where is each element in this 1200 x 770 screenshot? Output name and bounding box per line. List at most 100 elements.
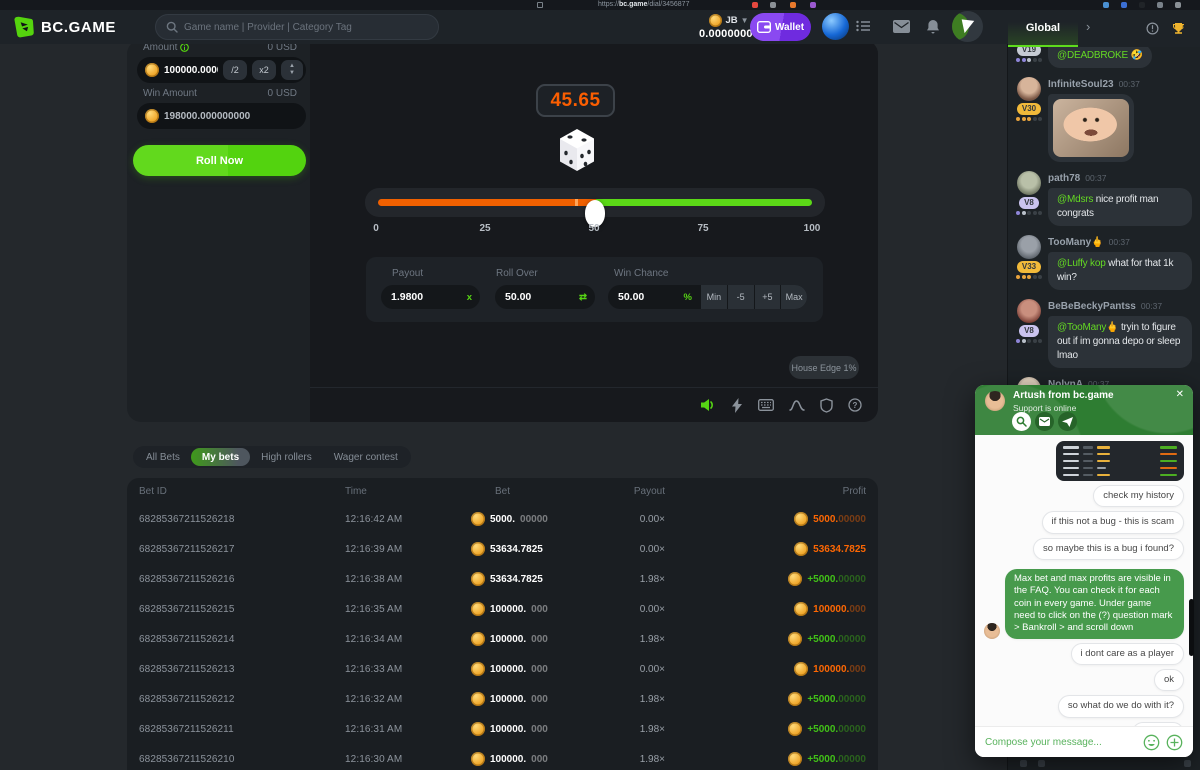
win-amount-label: Win Amount bbox=[143, 88, 197, 99]
browser-extension-icon[interactable] bbox=[1175, 2, 1181, 8]
table-row[interactable]: 68285367211526216 12:16:38 AM 53634.7825… bbox=[127, 564, 878, 594]
chat-toggle-icon[interactable] bbox=[952, 11, 983, 42]
turbo-icon[interactable] bbox=[731, 398, 743, 413]
bet-time: 12:16:42 AM bbox=[345, 514, 471, 525]
logo-text: BC.GAME bbox=[41, 19, 116, 36]
table-row[interactable]: 68285367211526212 12:16:32 AM 100000.000… bbox=[127, 684, 878, 714]
win-chance-input[interactable]: 50.00 % bbox=[608, 285, 700, 309]
tab-all-bets[interactable]: All Bets bbox=[135, 448, 191, 466]
browser-extension-icon[interactable] bbox=[790, 2, 796, 8]
dice-icon bbox=[558, 128, 596, 177]
sound-icon[interactable] bbox=[700, 398, 716, 412]
chat-rules-icon[interactable] bbox=[1146, 22, 1159, 35]
address-bar[interactable]: https://bc.game/dial/3456877 bbox=[598, 0, 689, 10]
wallet-button[interactable]: Wallet bbox=[750, 13, 811, 41]
compose-input[interactable] bbox=[985, 737, 1137, 748]
bet-slip-icon[interactable] bbox=[856, 20, 871, 32]
minus-5-button[interactable]: -5 bbox=[728, 285, 754, 309]
roll-over-input[interactable]: 50.00 ⇄ bbox=[495, 285, 595, 309]
support-user-message: if this not a bug - this is scam bbox=[1042, 511, 1185, 533]
browser-extension-icon[interactable] bbox=[1121, 2, 1127, 8]
avatar[interactable] bbox=[1017, 77, 1041, 101]
chat-username[interactable]: InfiniteSoul2300:37 bbox=[1048, 79, 1192, 90]
tab-high-rollers[interactable]: High rollers bbox=[250, 448, 323, 466]
browser-extension-icon[interactable] bbox=[770, 2, 776, 8]
browser-extension-icon[interactable] bbox=[1139, 2, 1145, 8]
bet-payout: 1.98× bbox=[595, 634, 665, 645]
mail-icon[interactable] bbox=[893, 20, 910, 33]
bet-profit: +5000.00000 bbox=[665, 572, 866, 586]
browser-extension-icon[interactable] bbox=[752, 2, 758, 8]
avatar[interactable] bbox=[1017, 299, 1041, 323]
bc-game-logo[interactable]: BC.GAME bbox=[13, 16, 116, 38]
close-icon[interactable]: ✕ bbox=[1176, 389, 1184, 400]
user-mention[interactable]: @Mdsrs bbox=[1057, 194, 1093, 205]
bet-payout: 1.98× bbox=[595, 724, 665, 735]
chat-footer-icon[interactable] bbox=[1184, 760, 1191, 767]
user-mention[interactable]: @TooMany🖕 bbox=[1057, 322, 1118, 333]
game-search[interactable] bbox=[155, 14, 439, 40]
table-row[interactable]: 68285367211526215 12:16:35 AM 100000.000… bbox=[127, 594, 878, 624]
support-image-screenshot[interactable] bbox=[1056, 441, 1184, 481]
chevron-right-icon[interactable]: › bbox=[1086, 19, 1090, 34]
tab-global-chat[interactable]: Global bbox=[1008, 10, 1078, 47]
tab-wager-contest[interactable]: Wager contest bbox=[323, 448, 409, 466]
bet-id: 68285367211526218 bbox=[139, 514, 345, 525]
roll-now-button[interactable]: Roll Now bbox=[133, 145, 306, 176]
swap-icon[interactable]: ⇄ bbox=[579, 292, 587, 303]
table-row[interactable]: 68285367211526211 12:16:31 AM 100000.000… bbox=[127, 714, 878, 744]
bet-amount: 100000.000 bbox=[471, 602, 595, 616]
double-button[interactable]: x2 bbox=[252, 60, 276, 80]
help-icon[interactable]: ? bbox=[848, 398, 862, 412]
chat-username[interactable]: BeBeBeckyPantss00:37 bbox=[1048, 301, 1192, 312]
avatar[interactable] bbox=[1017, 171, 1041, 195]
max-button[interactable]: Max bbox=[781, 285, 807, 309]
browser-extension-icon[interactable] bbox=[1103, 2, 1109, 8]
support-user-message: so maybe this is a bug i found? bbox=[1033, 538, 1184, 560]
bookmark-icon[interactable] bbox=[537, 2, 543, 8]
payout-input[interactable]: 1.9800 x bbox=[381, 285, 480, 309]
support-header: Artush from bc.game Support is online ✕ bbox=[975, 385, 1193, 435]
table-row[interactable]: 68285367211526214 12:16:34 AM 100000.000… bbox=[127, 624, 878, 654]
scrollbar-thumb[interactable] bbox=[1189, 599, 1194, 656]
half-button[interactable]: /2 bbox=[223, 60, 247, 80]
browser-extension-icon[interactable] bbox=[1157, 2, 1163, 8]
telegram-icon[interactable] bbox=[1058, 412, 1077, 431]
table-row[interactable]: 68285367211526210 12:16:30 AM 100000.000… bbox=[127, 744, 878, 770]
avatar[interactable] bbox=[1017, 235, 1041, 259]
chat-footer-icon[interactable] bbox=[1020, 760, 1027, 767]
win-amount-input[interactable]: 198000.000000000 bbox=[137, 103, 306, 129]
plus-5-button[interactable]: +5 bbox=[755, 285, 781, 309]
chat-username[interactable]: path7800:37 bbox=[1048, 173, 1192, 184]
table-row[interactable]: 68285367211526213 12:16:33 AM 100000.000… bbox=[127, 654, 878, 684]
min-button[interactable]: Min bbox=[701, 285, 727, 309]
search-input[interactable] bbox=[184, 22, 428, 33]
amount-stepper[interactable]: ▲▼ bbox=[281, 60, 303, 80]
trophy-icon[interactable] bbox=[1172, 22, 1185, 35]
jb-coin-icon bbox=[145, 109, 159, 123]
attach-plus-icon[interactable] bbox=[1166, 734, 1183, 751]
medal-dots bbox=[1016, 339, 1042, 343]
chat-username[interactable]: TooMany🖕00:37 bbox=[1048, 237, 1192, 248]
fairness-icon[interactable] bbox=[820, 398, 833, 413]
trends-icon[interactable] bbox=[789, 399, 805, 412]
table-row[interactable]: 68285367211526217 12:16:39 AM 53634.7825… bbox=[127, 534, 878, 564]
user-avatar[interactable] bbox=[822, 13, 849, 40]
user-mention[interactable]: @Luffy kop bbox=[1057, 258, 1106, 269]
table-row[interactable]: 68285367211526218 12:16:42 AM 5000.00000… bbox=[127, 504, 878, 534]
emoji-icon[interactable] bbox=[1143, 734, 1160, 751]
search-icon[interactable] bbox=[1012, 412, 1031, 431]
table-header: Bet ID Time Bet Payout Profit bbox=[127, 478, 878, 504]
browser-extension-icon[interactable] bbox=[810, 2, 816, 8]
hotkeys-icon[interactable] bbox=[758, 399, 774, 411]
slider-track[interactable] bbox=[378, 199, 812, 206]
col-bet-id: Bet ID bbox=[139, 486, 345, 497]
chat-footer-icon[interactable] bbox=[1038, 760, 1045, 767]
bell-icon[interactable] bbox=[926, 19, 940, 35]
scale-0: 0 bbox=[373, 223, 379, 234]
email-icon[interactable] bbox=[1035, 412, 1054, 431]
tab-my-bets[interactable]: My bets bbox=[191, 448, 250, 466]
amount-input[interactable]: 100000.00000000 /2 x2 ▲▼ bbox=[137, 57, 306, 83]
user-mention[interactable]: @DEADBROKE bbox=[1057, 50, 1128, 61]
chat-image-bubble[interactable] bbox=[1048, 94, 1134, 162]
